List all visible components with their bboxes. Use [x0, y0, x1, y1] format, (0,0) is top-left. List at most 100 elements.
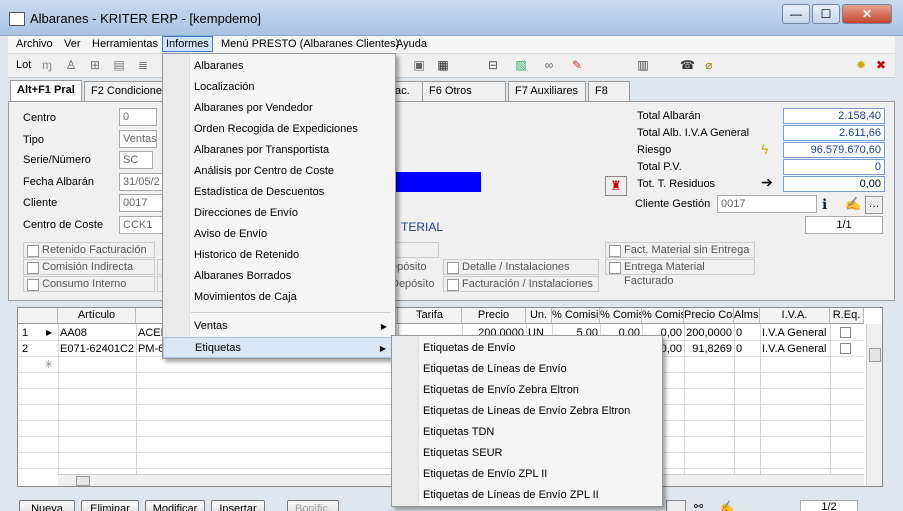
menu-item-albaranes[interactable]: Albaranes	[163, 56, 395, 77]
binoculars-icon[interactable]: ⚯	[694, 500, 703, 511]
serie-field[interactable]: SC	[119, 151, 153, 169]
menu-item-albaranes-transportista[interactable]: Albaranes por Transportista	[163, 140, 395, 161]
submenu-item-tdn[interactable]: Etiquetas TDN	[392, 422, 662, 443]
row2-articulo[interactable]: E071-62401C2	[60, 341, 134, 357]
bonific-button[interactable]: Bonific.	[287, 500, 339, 511]
row2-alms[interactable]: 0	[736, 341, 758, 357]
grid-header-comis3[interactable]: % Comis.	[642, 308, 684, 324]
menu-archivo[interactable]: Archivo	[16, 38, 53, 50]
menu-item-etiquetas[interactable]: Etiquetas ▶	[163, 337, 395, 358]
clip-icon[interactable]: ⌀	[702, 58, 716, 72]
exit-icon[interactable]: ✖	[874, 58, 888, 72]
menu-item-analisis-centro-coste[interactable]: Análisis por Centro de Coste	[163, 161, 395, 182]
document-icon[interactable]: ▧	[514, 58, 528, 72]
consumo-checkbox[interactable]: Consumo Interno	[23, 276, 155, 292]
grid-header-comis2[interactable]: % Comis.	[600, 308, 642, 324]
tab-otros-datos[interactable]: F6 Otros Datos	[422, 81, 506, 115]
row1-iva[interactable]: I.V.A General	[762, 325, 828, 341]
menu-item-localizacion[interactable]: Localización	[163, 77, 395, 98]
menu-item-movimientos-caja[interactable]: Movimientos de Caja	[163, 287, 395, 308]
list-icon[interactable]: ≣	[136, 58, 150, 72]
vertical-scroll-thumb[interactable]	[869, 348, 881, 362]
retenido-checkbox[interactable]: Retenido Facturación	[23, 242, 155, 258]
nueva-button[interactable]: Nueva	[19, 500, 75, 511]
grid-header-tarifa[interactable]: Tarifa	[398, 308, 462, 324]
close-button[interactable]: ✕	[842, 4, 892, 24]
cliente-gestion-field[interactable]: 0017	[717, 195, 817, 213]
calendar-icon[interactable]: ▦	[436, 58, 450, 72]
grid-header-articulo[interactable]: Artículo	[58, 308, 136, 324]
md-icon[interactable]: ɱ	[40, 58, 54, 72]
submenu-item-etiquetas-lineas-envio[interactable]: Etiquetas de Líneas de Envío	[392, 359, 662, 380]
lightbulb-icon[interactable]: ✹	[854, 58, 868, 72]
edit-icon[interactable]: ✎	[570, 58, 584, 72]
menu-item-historico-retenido[interactable]: Historico de Retenido	[163, 245, 395, 266]
entrega-checkbox[interactable]: Entrega Material Facturado	[605, 259, 755, 287]
insertar-button[interactable]: Insertar	[211, 500, 265, 511]
lightning-icon[interactable]: ϟ	[761, 141, 768, 157]
row2-iva[interactable]: I.V.A General	[762, 341, 828, 357]
menu-item-direcciones-envio[interactable]: Direcciones de Envío	[163, 203, 395, 224]
menu-informes[interactable]: Informes	[162, 36, 213, 52]
bottom-wand-icon[interactable]: ✍	[720, 500, 734, 511]
facturacion-checkbox[interactable]: Facturación / Instalaciones	[443, 276, 599, 292]
menu-item-orden-recogida[interactable]: Orden Recogida de Expediciones	[163, 119, 395, 140]
eliminar-button[interactable]: Eliminar	[81, 500, 139, 511]
tab-auxiliares[interactable]: F7 Auxiliares	[508, 81, 586, 101]
menu-ayuda[interactable]: Ayuda	[396, 38, 427, 50]
tab-edi[interactable]: F8 EDI	[588, 81, 630, 115]
submenu-item-envio-zebra[interactable]: Etiquetas de Envío Zebra Eltron	[392, 380, 662, 401]
wand-icon[interactable]: ✍	[845, 196, 861, 212]
row2-req-checkbox[interactable]	[840, 343, 851, 354]
info-icon[interactable]: ℹ	[822, 196, 827, 213]
modificar-button[interactable]: Modificar	[145, 500, 205, 511]
menu-herramientas[interactable]: Herramientas	[92, 38, 158, 50]
grid-header-precio-coste[interactable]: Precio Cost	[684, 308, 734, 324]
vertical-scrollbar[interactable]	[866, 324, 882, 486]
tab-principal[interactable]: Alt+F1 Pral	[10, 80, 82, 102]
maximize-button[interactable]: ☐	[812, 4, 840, 24]
tab-condiciones[interactable]: F2 Condiciones	[84, 81, 175, 101]
link-icon[interactable]: ∞	[542, 58, 556, 72]
ellipsis-button[interactable]: …	[865, 196, 883, 214]
window-icon[interactable]: ▣	[412, 58, 426, 72]
grid-icon[interactable]: ▤	[112, 58, 126, 72]
tipo-field[interactable]: Ventas	[119, 130, 157, 148]
submenu-item-lineas-zebra[interactable]: Etiquetas de Líneas de Envío Zebra Eltro…	[392, 401, 662, 422]
bottom-small-button[interactable]	[666, 500, 686, 511]
grid-header-comision[interactable]: % Comisió	[552, 308, 600, 324]
arrow-right-icon[interactable]: ➔	[761, 174, 773, 191]
menu-item-estadistica-descuentos[interactable]: Estadística de Descuentos	[163, 182, 395, 203]
row1-articulo[interactable]: AA08	[60, 325, 134, 341]
calculator-icon[interactable]: ▥	[636, 58, 650, 72]
cliente-field[interactable]: 0017	[119, 194, 163, 212]
menu-presto[interactable]: Menú PRESTO (Albaranes Clientes)	[221, 38, 399, 50]
grid-header-precio[interactable]: Precio	[462, 308, 526, 324]
comision-checkbox[interactable]: Comisión Indirecta	[23, 259, 155, 275]
menu-item-aviso-envio[interactable]: Aviso de Envío	[163, 224, 395, 245]
submenu-item-envio-zpl[interactable]: Etiquetas de Envío ZPL II	[392, 464, 662, 485]
horizontal-scroll-thumb[interactable]	[76, 476, 90, 486]
grid-header-un[interactable]: Un.	[526, 308, 552, 324]
fecha-field[interactable]: 31/05/2	[119, 173, 163, 191]
centro-field[interactable]: 0	[119, 108, 157, 126]
minimize-button[interactable]: —	[782, 4, 810, 24]
row1-alms[interactable]: 0	[736, 325, 758, 341]
person-icon[interactable]: ♙	[64, 58, 78, 72]
menu-item-albaranes-vendedor[interactable]: Albaranes por Vendedor	[163, 98, 395, 119]
menu-ver[interactable]: Ver	[64, 38, 81, 50]
submenu-item-lineas-zpl[interactable]: Etiquetas de Líneas de Envío ZPL II	[392, 485, 662, 506]
menu-item-ventas[interactable]: Ventas ▶	[163, 316, 395, 337]
grid-header-alms[interactable]: Alms.	[734, 308, 760, 324]
centro-coste-field[interactable]: CCK1	[119, 216, 163, 234]
submenu-item-seur[interactable]: Etiquetas SEUR	[392, 443, 662, 464]
submenu-item-etiquetas-envio[interactable]: Etiquetas de Envío	[392, 338, 662, 359]
row1-req-checkbox[interactable]	[840, 327, 851, 338]
fact-material-checkbox[interactable]: Fact. Material sin Entrega	[605, 242, 755, 258]
menu-item-albaranes-borrados[interactable]: Albaranes Borrados	[163, 266, 395, 287]
money-bag-button[interactable]: ♜	[605, 176, 627, 196]
phone-icon[interactable]: ☎	[680, 58, 695, 72]
grid-header-req[interactable]: R.Eq.	[830, 308, 864, 324]
detalle-checkbox[interactable]: Detalle / Instalaciones	[443, 259, 599, 275]
row1-coste[interactable]: 200,0000	[686, 325, 732, 341]
